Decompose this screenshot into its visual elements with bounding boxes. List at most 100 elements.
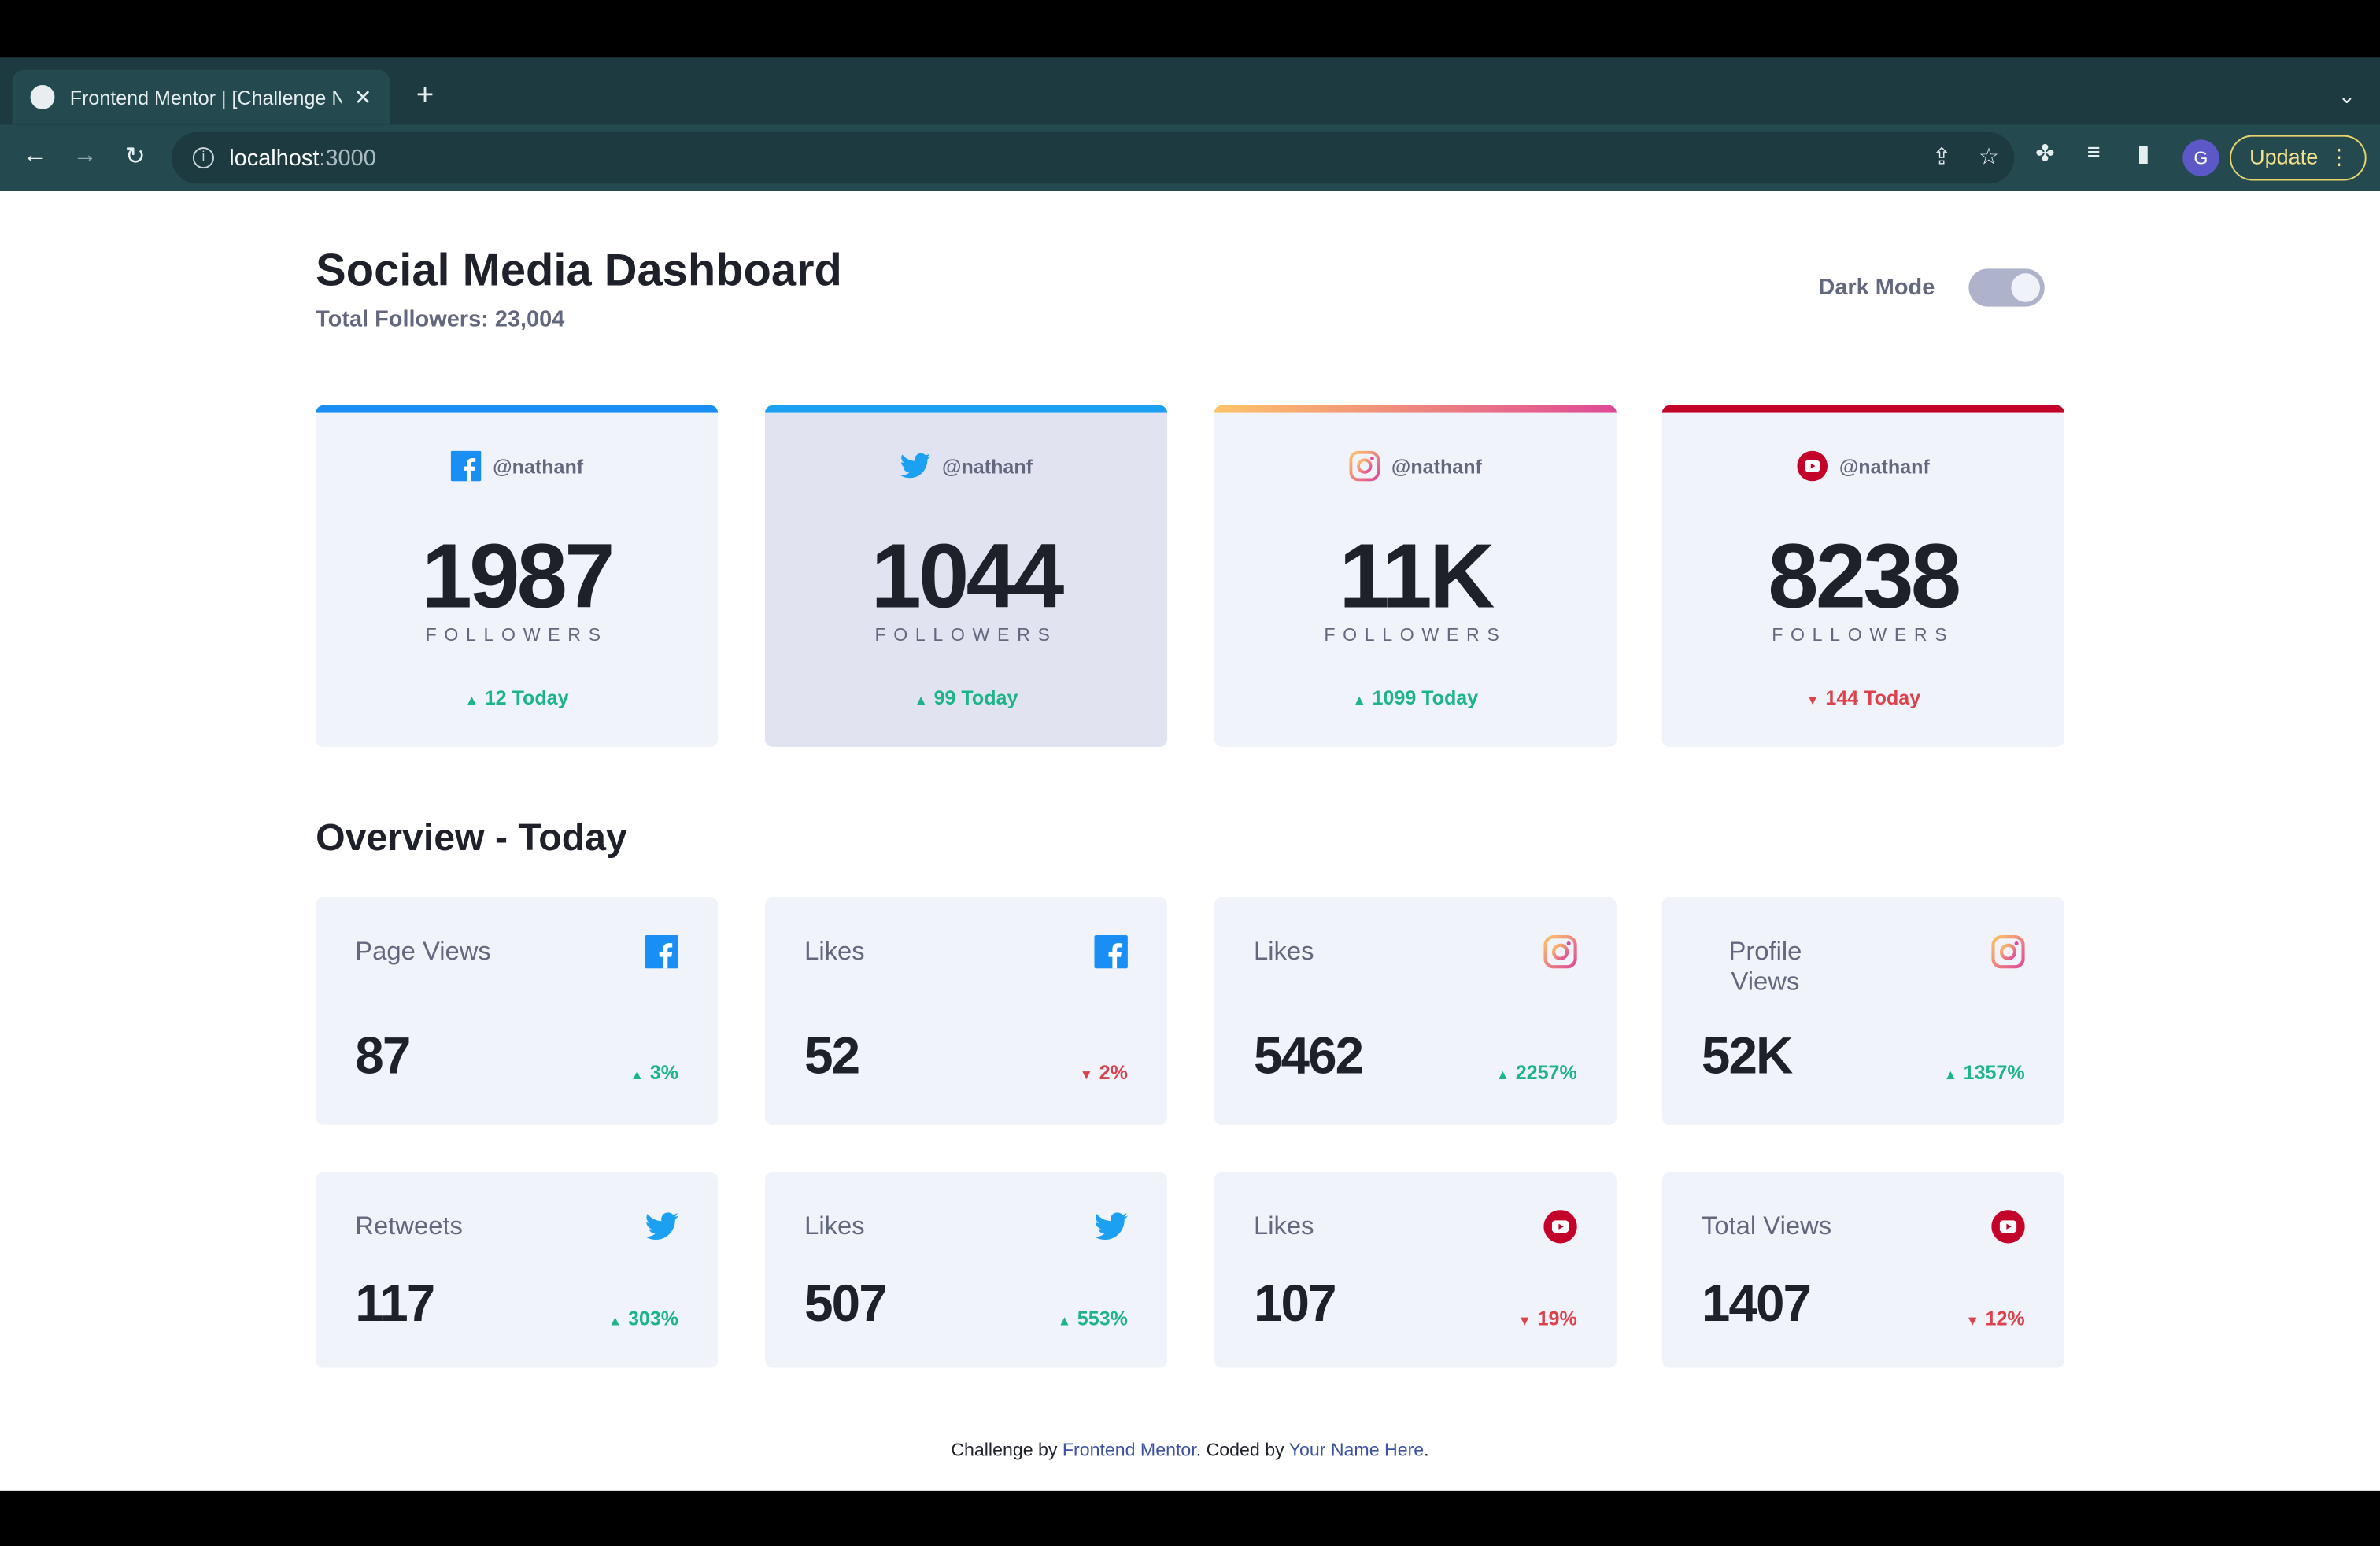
youtube-icon <box>1543 1210 1577 1251</box>
arrow-down-icon: ▼ <box>1965 1313 1979 1329</box>
arrow-up-icon: ▲ <box>1943 1067 1957 1083</box>
arrow-down-icon: ▼ <box>1805 692 1820 708</box>
footer-suffix: . <box>1424 1439 1429 1461</box>
overview-percent: ▲ 303% <box>608 1307 678 1330</box>
toggle-knob <box>2011 273 2040 302</box>
overview-percent: ▲ 3% <box>630 1061 678 1084</box>
twitter-icon <box>645 1210 679 1251</box>
overview-percent: ▼ 19% <box>1518 1307 1577 1330</box>
overview-label: Page Views <box>355 936 491 966</box>
share-icon[interactable]: ⇪ <box>1932 142 1951 170</box>
url-port: :3000 <box>319 145 376 171</box>
follower-card-twitter[interactable]: @nathanf 1044 FOLLOWERS ▲ 99 Today <box>764 405 1168 747</box>
overview-card-youtube[interactable]: Likes 107 ▼ 19% <box>1214 1171 1617 1368</box>
card-handle: @nathanf <box>1662 450 2064 482</box>
bookmark-star-icon[interactable]: ☆ <box>1979 142 1999 170</box>
arrow-down-icon: ▼ <box>1079 1067 1093 1083</box>
address-bar[interactable]: i localhost:3000 ⇪ ☆ <box>171 131 2015 184</box>
overview-value: 1407 <box>1701 1274 1812 1333</box>
browser-tabstrip: Frontend Mentor | [Challenge N ✕ <box>0 57 2380 125</box>
os-menubar <box>0 0 2380 58</box>
percent-text: 553% <box>1077 1307 1128 1330</box>
side-panel-icon[interactable]: ▮ <box>2137 139 2149 167</box>
overview-card-twitter[interactable]: Likes 507 ▲ 553% <box>764 1171 1168 1368</box>
card-handle: @nathanf <box>1214 450 1617 482</box>
arrow-up-icon: ▲ <box>464 692 479 708</box>
overview-percent: ▼ 12% <box>1966 1307 2025 1330</box>
overview-percent: ▼ 2% <box>1080 1061 1128 1084</box>
youtube-icon <box>1796 450 1828 482</box>
back-arrow-icon[interactable]: ← <box>15 137 54 176</box>
facebook-icon <box>450 450 481 482</box>
dashboard-page: Social Media Dashboard Total Followers: … <box>0 190 2380 1491</box>
overview-label: Likes <box>1253 936 1314 966</box>
followers-label: FOLLOWERS <box>425 623 608 645</box>
overview-label: Profile Views <box>1728 936 1802 997</box>
facebook-icon <box>645 934 679 976</box>
overview-percent: ▲ 553% <box>1058 1307 1128 1330</box>
browser-tab-active[interactable]: Frontend Mentor | [Challenge N ✕ <box>12 69 390 125</box>
overview-label: Likes <box>1253 1211 1314 1241</box>
twitter-icon <box>1094 1210 1128 1251</box>
update-button[interactable]: Update ⋮ <box>2230 135 2367 181</box>
overview-value: 52K <box>1701 1027 1793 1086</box>
page-title: Social Media Dashboard <box>316 246 842 297</box>
arrow-up-icon: ▲ <box>1495 1067 1510 1083</box>
follower-count: 1044 <box>870 525 1065 627</box>
arrow-up-icon: ▲ <box>1352 692 1366 708</box>
tab-title: Frontend Mentor | [Challenge N <box>69 85 342 109</box>
site-info-icon[interactable]: i <box>192 147 214 169</box>
forward-arrow-icon[interactable]: → <box>65 137 105 176</box>
facebook-icon <box>1094 934 1128 976</box>
follower-card-facebook[interactable]: @nathanf 1987 FOLLOWERS ▲ 12 Today <box>316 405 719 747</box>
card-accent-stripe <box>316 405 719 413</box>
follower-count: 1987 <box>421 525 615 627</box>
followers-label: FOLLOWERS <box>874 623 1058 645</box>
today-text: 99 Today <box>933 686 1018 709</box>
overview-card-youtube[interactable]: Total Views 1407 ▼ 12% <box>1661 1171 2064 1368</box>
frontend-mentor-link[interactable]: Frontend Mentor <box>1062 1439 1196 1460</box>
overview-card-instagram[interactable]: Likes 5462 ▲ 2257% <box>1214 897 1617 1126</box>
handle-text: @nathanf <box>1391 454 1482 478</box>
overview-label: Retweets <box>355 1211 463 1241</box>
overview-percent: ▲ 2257% <box>1496 1061 1577 1084</box>
more-menu-icon[interactable]: ⋮ <box>2328 137 2349 178</box>
follower-card-youtube[interactable]: @nathanf 8238 FOLLOWERS ▼ 144 Today <box>1661 405 2064 747</box>
dark-mode-toggle[interactable] <box>1968 268 2045 307</box>
new-tab-icon[interactable]: + <box>408 79 442 112</box>
today-change: ▲ 12 Today <box>316 686 718 709</box>
handle-text: @nathanf <box>942 454 1033 478</box>
profile-avatar[interactable]: G <box>2182 139 2219 176</box>
card-accent-stripe <box>764 405 1168 413</box>
handle-text: @nathanf <box>493 454 584 478</box>
overview-card-facebook[interactable]: Likes 52 ▼ 2% <box>764 897 1168 1126</box>
dark-mode-label: Dark Mode <box>1818 275 1935 301</box>
overview-value: 87 <box>355 1027 411 1086</box>
extensions-puzzle-icon[interactable]: ✤ <box>2035 139 2054 167</box>
overview-card-facebook[interactable]: Page Views 87 ▲ 3% <box>316 897 719 1126</box>
overview-label: Likes <box>804 936 865 966</box>
overview-card-twitter[interactable]: Retweets 117 ▲ 303% <box>316 1171 719 1368</box>
browser-toolbar: ← → ↻ i localhost:3000 ⇪ ☆ ✤ ≡ ▮ G Updat… <box>0 124 2380 191</box>
overview-value: 107 <box>1253 1274 1337 1333</box>
arrow-up-icon: ▲ <box>1057 1313 1072 1329</box>
footer-middle: . Coded by <box>1196 1439 1289 1461</box>
overview-value: 507 <box>804 1274 888 1333</box>
youtube-icon <box>1991 1210 2025 1251</box>
percent-text: 19% <box>1537 1307 1577 1330</box>
overview-value: 52 <box>804 1027 860 1086</box>
close-tab-icon[interactable]: ✕ <box>354 84 372 110</box>
reload-icon[interactable]: ↻ <box>116 137 155 176</box>
author-link[interactable]: Your Name Here <box>1289 1439 1425 1460</box>
tab-search-chevron-icon[interactable]: ⌄ <box>2338 83 2356 109</box>
overview-card-instagram[interactable]: Profile Views 52K ▲ 1357% <box>1661 897 2064 1126</box>
favicon-icon <box>30 84 55 109</box>
percent-text: 2257% <box>1515 1061 1577 1084</box>
total-followers: Total Followers: 23,004 <box>316 306 565 333</box>
percent-text: 12% <box>1985 1307 2025 1330</box>
arrow-up-icon: ▲ <box>630 1067 645 1083</box>
overview-title: Overview - Today <box>316 816 627 860</box>
follower-card-instagram[interactable]: @nathanf 11K FOLLOWERS ▲ 1099 Today <box>1214 405 1617 747</box>
card-accent-stripe <box>1214 405 1617 413</box>
media-queue-icon[interactable]: ≡ <box>2087 139 2101 165</box>
